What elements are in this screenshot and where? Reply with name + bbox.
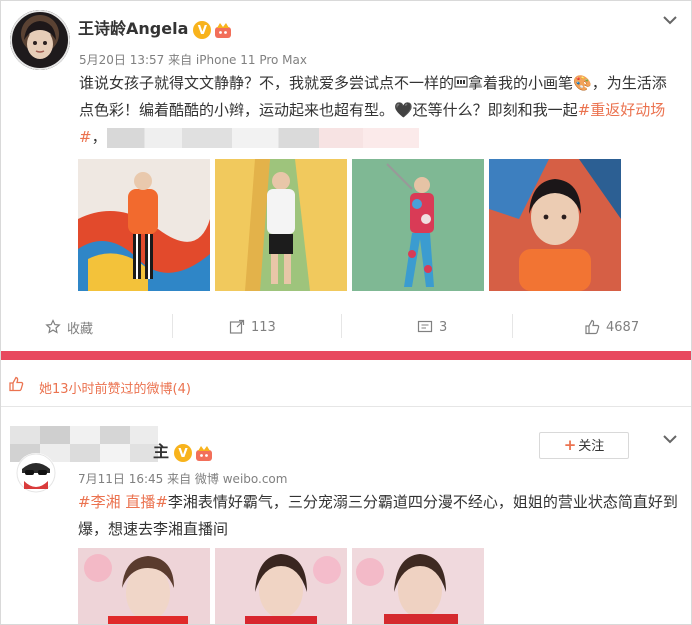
favorite-label: 收藏 bbox=[67, 321, 94, 337]
verified-badge-icon: V bbox=[193, 20, 212, 39]
thumbs-up-icon bbox=[585, 319, 600, 335]
post-text: 谁说女孩子就得文文静静？不，我就爱多尝试点不一样的 拿着我的小画笔🎨，为生活添点色… bbox=[79, 70, 679, 151]
divider bbox=[1, 406, 691, 407]
username-suffix[interactable]: 主 bbox=[153, 442, 169, 461]
post-meta[interactable]: 5月20日 13:57 来自 iPhone 11 Pro Max bbox=[79, 51, 307, 68]
redacted-link bbox=[106, 127, 419, 148]
post-actions: 收藏 113 3 4687 bbox=[1, 311, 691, 343]
weibo-feed: 王诗龄Angela V 5月20日 13:57 来自 iPhone 11 Pro … bbox=[0, 0, 692, 625]
username[interactable]: 王诗龄Angela V bbox=[78, 15, 233, 39]
chevron-down-icon[interactable] bbox=[663, 434, 677, 448]
post-text: #李湘 直播#李湘表情好霸气，三分宠溺三分霸道四分漫不经心，姐姐的营业状态简直好… bbox=[78, 489, 683, 543]
username-text[interactable]: 王诗龄Angela bbox=[78, 19, 188, 38]
comment-icon bbox=[417, 320, 433, 333]
comment-count: 3 bbox=[439, 319, 448, 335]
divider bbox=[512, 314, 513, 338]
topic-link[interactable]: #李湘 直播# bbox=[78, 493, 168, 511]
liked-notice[interactable]: 她13小时前赞过的微博(4) bbox=[1, 366, 691, 404]
post-text-part3: ， bbox=[91, 128, 107, 146]
post-photo[interactable] bbox=[489, 159, 621, 291]
photo-grid bbox=[78, 159, 623, 291]
thumbs-up-icon bbox=[9, 376, 24, 392]
post-meta[interactable]: 7月11日 16:45 来自 微博 weibo.com bbox=[78, 470, 287, 487]
forward-icon bbox=[229, 319, 245, 334]
username[interactable]: 主V bbox=[153, 438, 214, 462]
like-button[interactable]: 4687 bbox=[584, 311, 639, 343]
post-text-body: 李湘表情好霸气，三分宠溺三分霸道四分漫不经心，姐姐的营业状态简直好到爆，想速去李… bbox=[78, 493, 678, 538]
plus-icon: + bbox=[563, 436, 577, 454]
avatar[interactable] bbox=[16, 453, 56, 493]
favorite-button[interactable]: 收藏 bbox=[45, 311, 93, 343]
crown-icon bbox=[215, 22, 232, 38]
post-photo[interactable] bbox=[215, 548, 347, 624]
post-photo[interactable] bbox=[78, 159, 210, 291]
follow-label: 关注 bbox=[578, 439, 605, 454]
post-photo[interactable] bbox=[352, 548, 484, 624]
verified-badge-icon: V bbox=[174, 443, 193, 462]
post-photo[interactable] bbox=[78, 548, 210, 624]
comment-button[interactable]: 3 bbox=[417, 311, 447, 343]
post-photo[interactable] bbox=[352, 159, 484, 291]
forward-count: 113 bbox=[251, 319, 276, 335]
section-divider bbox=[1, 351, 691, 360]
post-text-part1: 谁说女孩子就得文文静静？不，我就爱多尝试点不一样的 bbox=[79, 74, 455, 92]
chevron-down-icon[interactable] bbox=[663, 15, 677, 29]
forward-button[interactable]: 113 bbox=[229, 311, 276, 343]
missing-glyph-icon bbox=[454, 76, 468, 88]
avatar[interactable] bbox=[10, 10, 70, 70]
liked-notice-text[interactable]: 她13小时前赞过的微博(4) bbox=[39, 378, 191, 397]
post-photo[interactable] bbox=[215, 159, 347, 291]
photo-grid bbox=[78, 548, 488, 624]
like-count: 4687 bbox=[606, 319, 640, 335]
crown-icon bbox=[196, 445, 213, 461]
divider bbox=[172, 314, 173, 338]
divider bbox=[341, 314, 342, 338]
star-icon bbox=[45, 319, 61, 334]
feed-post: 王诗龄Angela V 5月20日 13:57 来自 iPhone 11 Pro … bbox=[1, 1, 691, 351]
follow-button[interactable]: + 关注 bbox=[539, 432, 629, 459]
